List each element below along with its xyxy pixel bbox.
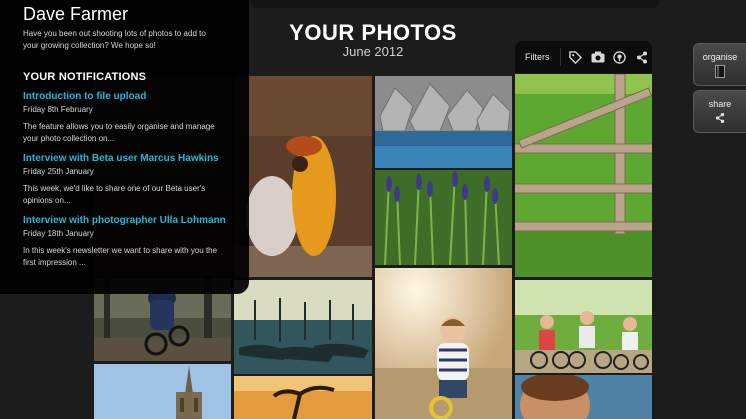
photo-tile-breakwater[interactable] — [375, 76, 512, 168]
app-stage: YOUR PHOTOS June 2012 Filters organise s… — [0, 0, 746, 419]
notification-link[interactable]: Interview with Beta user Marcus Hawkins — [23, 153, 228, 164]
top-strip — [250, 0, 660, 8]
photo-tile-fence[interactable] — [515, 74, 652, 277]
photo-tile-child-portrait[interactable] — [515, 375, 652, 419]
notification-link[interactable]: Interview with photographer Ulla Lohmann — [23, 215, 228, 226]
notifications-heading: YOUR NOTIFICATIONS — [23, 71, 147, 83]
tag-icon[interactable] — [569, 50, 583, 64]
share-label: share — [708, 99, 732, 109]
notification-excerpt: This week, we'd like to share one of our… — [23, 184, 206, 205]
organise-label: organise — [702, 51, 738, 62]
photo-tile-cathedral[interactable] — [94, 364, 231, 419]
notification-item: Introduction to file upload Friday 8th F… — [23, 91, 228, 145]
filters-bar: Filters — [515, 41, 652, 73]
book-icon — [715, 64, 725, 78]
camera-icon[interactable] — [591, 50, 605, 64]
photo-tile-gondolas[interactable] — [234, 280, 372, 374]
share-icon[interactable] — [635, 50, 649, 64]
filters-label: Filters — [525, 52, 550, 62]
notification-date: Friday 25th January — [23, 167, 94, 176]
photo-tile-lavender[interactable] — [375, 170, 512, 265]
user-name: Dave Farmer — [23, 4, 129, 24]
notification-item: Interview with photographer Ulla Lohmann… — [23, 215, 228, 269]
share-icon — [715, 113, 725, 123]
notification-link[interactable]: Introduction to file upload — [23, 91, 228, 102]
page-title: YOUR PHOTOS — [289, 20, 457, 45]
photo-tile-tree-sunset[interactable] — [234, 376, 372, 419]
notification-date: Friday 18th January — [23, 229, 94, 238]
photo-tile-dancer[interactable] — [234, 76, 372, 277]
photo-tile-child-bike[interactable] — [375, 268, 512, 419]
share-button[interactable]: share — [693, 90, 746, 133]
panel-intro: Have you been out shooting lots of photo… — [23, 29, 206, 50]
notification-item: Interview with Beta user Marcus Hawkins … — [23, 153, 228, 207]
photo-tile-family-cycling[interactable] — [515, 280, 652, 373]
notification-date: Friday 8th February — [23, 105, 93, 114]
filters-divider — [559, 48, 561, 66]
notification-excerpt: In this week's newsletter we want to sha… — [23, 246, 218, 267]
notification-excerpt: The feature allows you to easily organis… — [23, 122, 215, 143]
organise-button[interactable]: organise — [693, 43, 746, 86]
notifications-panel: Dave Farmer Have you been out shooting l… — [0, 0, 249, 294]
location-icon[interactable] — [613, 50, 627, 64]
page-subtitle: June 2012 — [342, 44, 404, 59]
